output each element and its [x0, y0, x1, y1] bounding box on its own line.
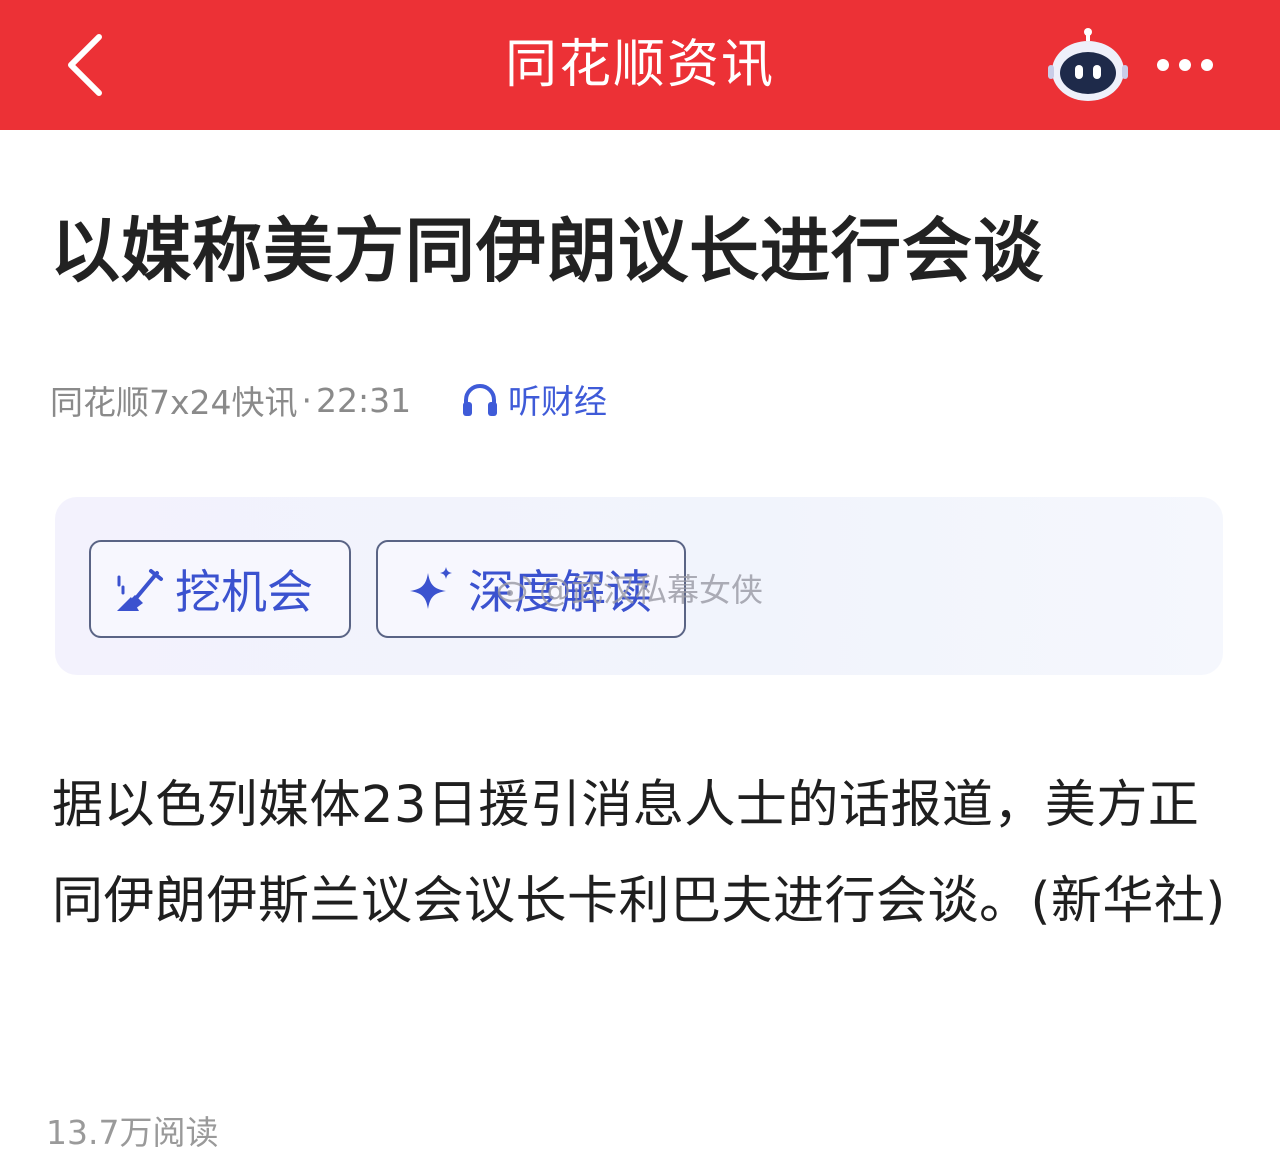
dig-opportunity-button[interactable]: 挖机会	[89, 540, 351, 638]
more-options-button[interactable]	[1150, 44, 1220, 86]
read-count: 13.7万阅读	[46, 1113, 219, 1152]
top-nav-bar: 同花顺资讯	[0, 0, 1280, 130]
meta-separator: ·	[301, 380, 313, 420]
article-source: 同花顺7x24快讯	[50, 383, 298, 422]
article-body: 据以色列媒体23日援引消息人士的话报道，美方正同伊朗伊斯兰议会议长卡利巴夫进行会…	[52, 776, 1226, 931]
listen-label: 听财经	[508, 382, 607, 421]
more-dots-icon	[1157, 59, 1169, 71]
headphones-icon	[463, 384, 497, 416]
article-meta: 同花顺7x24快讯 · 22:31	[50, 378, 412, 423]
article-title: 以媒称美方同伊朗议长进行会谈	[50, 210, 1044, 292]
weibo-icon	[497, 575, 532, 603]
listen-button[interactable]: 听财经	[460, 376, 607, 422]
shovel-icon	[117, 569, 163, 611]
assistant-button[interactable]	[1048, 27, 1128, 103]
watermark: @武汉私幕女侠	[497, 566, 763, 610]
watermark-text: @武汉私幕女侠	[539, 571, 764, 609]
dig-label: 挖机会	[175, 565, 313, 619]
robot-assistant-icon	[1048, 28, 1128, 101]
more-dots-icon	[1201, 59, 1213, 71]
sparkle-icon	[410, 567, 452, 609]
more-dots-icon	[1179, 59, 1191, 71]
publish-time: 22:31	[316, 380, 412, 420]
